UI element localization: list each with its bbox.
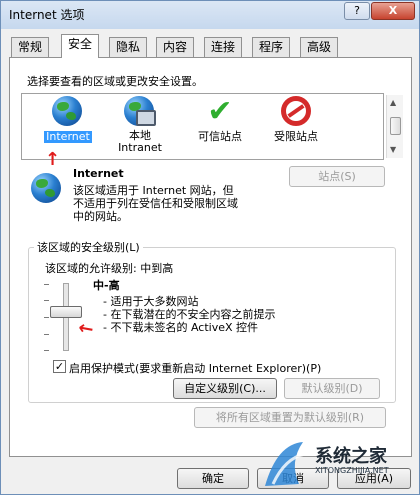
protected-mode-checkbox[interactable]: ✓ — [53, 360, 66, 373]
title-bar[interactable]: Internet 选项 ? X — [1, 1, 419, 29]
zone-scrollbar[interactable]: ▲ ▼ — [386, 95, 403, 158]
scroll-thumb[interactable] — [390, 117, 401, 135]
tab-content[interactable]: 内容 — [156, 37, 195, 57]
tab-connections[interactable]: 连接 — [204, 37, 243, 57]
tab-advanced[interactable]: 高级 — [300, 37, 339, 57]
security-level-slider-thumb[interactable] — [50, 306, 82, 318]
selected-zone-globe-icon — [31, 173, 63, 205]
zone-internet-label: Internet — [44, 130, 92, 143]
slider-tick — [44, 317, 49, 318]
zone-list[interactable]: Internet 本地 Intranet ✔ 可信站点 受限站点 ▲ ▼ — [21, 93, 403, 160]
zone-trusted-label: 可信站点 — [198, 130, 242, 143]
intranet-icon — [124, 96, 156, 128]
scroll-up-icon[interactable]: ▲ — [390, 98, 396, 107]
slider-tick — [44, 350, 49, 351]
slider-tick — [44, 300, 49, 301]
tab-programs[interactable]: 程序 — [252, 37, 291, 57]
annotation-arrow-up-icon: ↑ — [45, 149, 61, 170]
sites-button[interactable]: 站点(S) — [289, 166, 385, 187]
window-title: Internet 选项 — [9, 8, 85, 22]
restricted-icon — [280, 96, 312, 128]
tab-security[interactable]: 安全 — [61, 34, 100, 58]
ok-button[interactable]: 确定 — [177, 468, 249, 489]
protected-mode-label[interactable]: 启用保护模式(要求重新启动 Internet Explorer)(P) — [69, 360, 321, 376]
allowed-levels-text: 该区域的允许级别: 中到高 — [45, 262, 174, 275]
zone-local-intranet[interactable]: 本地 Intranet — [104, 96, 176, 156]
custom-level-button[interactable]: 自定义级别(C)... — [173, 378, 277, 399]
selected-zone-description: 该区域适用于 Internet 网站，但 不适用于列在受信任和受限制区域 中的网… — [73, 184, 238, 223]
checkmark-icon: ✔ — [207, 94, 233, 129]
tab-general[interactable]: 常规 — [11, 37, 50, 57]
zone-internet[interactable]: Internet — [32, 96, 104, 156]
zone-restricted-sites[interactable]: 受限站点 — [260, 96, 332, 156]
security-level-title: 该区域的安全级别(L) — [34, 239, 143, 255]
watermark-logo: 系统之家 XITONGZHIJIA.NET — [259, 434, 419, 494]
zone-instruction: 选择要查看的区域或更改安全设置。 — [27, 75, 203, 88]
level-bullet-3: - 不下载未签名的 ActiveX 控件 — [103, 321, 259, 334]
selected-zone-title: Internet — [73, 167, 124, 180]
reset-all-zones-button[interactable]: 将所有区域重置为默认级别(R) — [194, 407, 386, 428]
zone-restricted-label: 受限站点 — [274, 130, 318, 143]
watermark-brand-url: XITONGZHIJIA.NET — [315, 466, 389, 475]
tab-privacy[interactable]: 隐私 — [109, 37, 148, 57]
slider-tick — [44, 334, 49, 335]
default-level-button[interactable]: 默认级别(D) — [284, 378, 380, 399]
help-button[interactable]: ? — [344, 2, 370, 20]
zone-trusted-sites[interactable]: ✔ 可信站点 — [184, 96, 256, 156]
zone-intranet-label: 本地 Intranet — [118, 129, 162, 154]
close-button[interactable]: X — [371, 2, 415, 20]
scroll-down-icon[interactable]: ▼ — [390, 145, 396, 154]
security-level-name: 中-高 — [93, 279, 120, 292]
internet-options-window: Internet 选项 ? X 常规 安全 隐私 内容 连接 程序 高级 选择要… — [0, 0, 420, 495]
watermark-brand-cn: 系统之家 — [315, 446, 387, 467]
globe-icon — [52, 96, 84, 128]
slider-tick — [44, 284, 49, 285]
